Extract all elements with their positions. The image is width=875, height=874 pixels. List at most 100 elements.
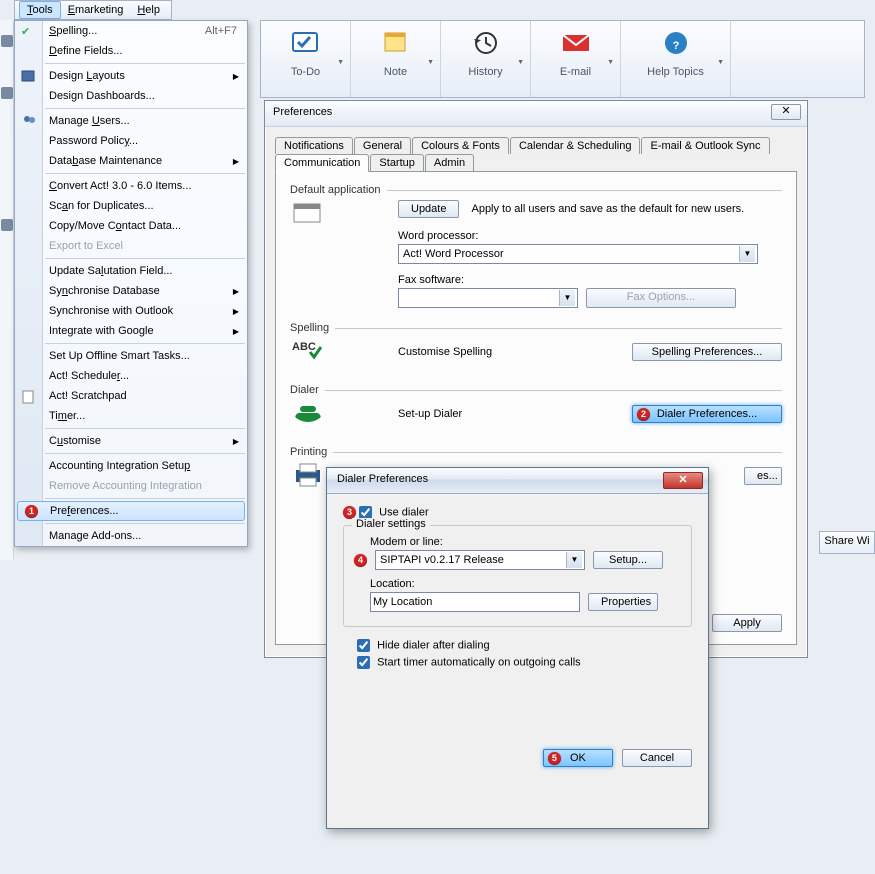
- left-sidebar: [0, 20, 14, 560]
- history-icon: [471, 31, 501, 55]
- menu-offline-smart-tasks[interactable]: Set Up Offline Smart Tasks...: [15, 346, 247, 366]
- toolbar-help-topics[interactable]: ? Help Topics▼: [621, 21, 731, 97]
- printing-es-button[interactable]: es...: [744, 467, 782, 485]
- menu-integrate-google[interactable]: Integrate with Google▶: [15, 321, 247, 341]
- apply-button[interactable]: Apply: [712, 614, 782, 632]
- menu-remove-accounting: Remove Accounting Integration: [15, 476, 247, 496]
- phone-icon: [292, 400, 324, 428]
- menu-emarketing[interactable]: Emarketing: [61, 2, 131, 18]
- modem-combo[interactable]: SIPTAPI v0.2.17 Release▼: [375, 550, 585, 570]
- menu-convert-act[interactable]: Convert Act! 3.0 - 6.0 Items...: [15, 176, 247, 196]
- section-spelling: Spelling: [290, 322, 329, 334]
- tab-general[interactable]: General: [354, 137, 411, 154]
- dialog-close-button[interactable]: ✕: [663, 472, 703, 489]
- sidebar-icon[interactable]: [1, 87, 13, 99]
- section-dialer: Dialer: [290, 384, 319, 396]
- dialer-settings-group: Dialer settings Modem or line: 4 SIPTAPI…: [343, 525, 692, 627]
- window-icon: [292, 200, 324, 228]
- start-timer-checkbox[interactable]: [357, 656, 370, 669]
- location-label: Location:: [370, 578, 679, 590]
- todo-icon: [291, 31, 321, 55]
- setup-dialer-label: Set-up Dialer: [398, 408, 462, 420]
- users-icon: [21, 114, 37, 130]
- menu-preferences[interactable]: 1 Preferences...: [17, 501, 245, 521]
- dropdown-arrow-icon: ▼: [566, 552, 582, 568]
- tab-startup[interactable]: Startup: [370, 154, 423, 171]
- svg-text:✔: ✔: [21, 26, 30, 38]
- dialer-prefs-button[interactable]: 2 Dialer Preferences...: [632, 405, 782, 423]
- dropdown-arrow-icon[interactable]: ▼: [337, 59, 344, 66]
- wp-label: Word processor:: [398, 230, 782, 242]
- apply-description: Apply to all users and save as the defau…: [471, 203, 744, 215]
- note-icon: [381, 31, 411, 55]
- callout-badge-5: 5: [548, 752, 561, 765]
- menu-update-salutation[interactable]: Update Salutation Field...: [15, 261, 247, 281]
- menu-accounting-setup[interactable]: Accounting Integration Setup: [15, 456, 247, 476]
- menu-customise[interactable]: Customise▶: [15, 431, 247, 451]
- tab-communication[interactable]: Communication: [275, 154, 369, 172]
- close-button[interactable]: ✕: [771, 104, 801, 120]
- dropdown-arrow-icon: ▼: [739, 246, 755, 262]
- dialog-title: Dialer Preferences: [337, 473, 428, 485]
- menu-timer[interactable]: Timer...: [15, 406, 247, 426]
- section-printing: Printing: [290, 446, 327, 458]
- wp-combo[interactable]: Act! Word Processor▼: [398, 244, 758, 264]
- email-icon: [561, 31, 591, 55]
- menu-design-layouts[interactable]: Design Layouts▶: [15, 66, 247, 86]
- menu-sync-database[interactable]: Synchronise Database▶: [15, 281, 247, 301]
- menu-define-fields[interactable]: Define Fields...: [15, 41, 247, 61]
- menu-act-scratchpad[interactable]: Act! Scratchpad: [15, 386, 247, 406]
- sidebar-icon[interactable]: [1, 35, 13, 47]
- submenu-arrow-icon: ▶: [233, 327, 239, 336]
- spelling-abc-icon: ABC: [292, 338, 324, 366]
- menu-scan-duplicates[interactable]: Scan for Duplicates...: [15, 196, 247, 216]
- toolbar-note[interactable]: Note▼: [351, 21, 441, 97]
- use-dialer-checkbox[interactable]: [359, 506, 372, 519]
- sidebar-icon[interactable]: [1, 219, 13, 231]
- cancel-button[interactable]: Cancel: [622, 749, 692, 767]
- update-button[interactable]: Update: [398, 200, 459, 218]
- tab-colours-fonts[interactable]: Colours & Fonts: [412, 137, 509, 154]
- menu-manage-addons[interactable]: Manage Add-ons...: [15, 526, 247, 546]
- submenu-arrow-icon: ▶: [233, 72, 239, 81]
- callout-badge-2: 2: [637, 408, 650, 421]
- menu-tools[interactable]: TToolsools: [19, 1, 61, 19]
- menu-spelling[interactable]: ✔ Spelling...Alt+F7: [15, 21, 247, 41]
- properties-button[interactable]: Properties: [588, 593, 658, 611]
- use-dialer-label: Use dialer: [379, 506, 429, 518]
- menu-copy-move-contact[interactable]: Copy/Move Contact Data...: [15, 216, 247, 236]
- hide-dialer-checkbox[interactable]: [357, 639, 370, 652]
- callout-badge-4: 4: [354, 554, 367, 567]
- menu-act-scheduler[interactable]: Act! Scheduler...: [15, 366, 247, 386]
- dropdown-arrow-icon[interactable]: ▼: [427, 59, 434, 66]
- fax-combo[interactable]: ▼: [398, 288, 578, 308]
- fax-label: Fax software:: [398, 274, 782, 286]
- tab-calendar-scheduling[interactable]: Calendar & Scheduling: [510, 137, 641, 154]
- toolbar-email[interactable]: E-mail▼: [531, 21, 621, 97]
- tab-notifications[interactable]: Notifications: [275, 137, 353, 154]
- submenu-arrow-icon: ▶: [233, 287, 239, 296]
- callout-badge-1: 1: [25, 505, 38, 518]
- menu-help[interactable]: Help: [130, 2, 167, 18]
- ok-button[interactable]: 5 OK: [543, 749, 613, 767]
- spelling-prefs-button[interactable]: Spelling Preferences...: [632, 343, 782, 361]
- menu-manage-users[interactable]: Manage Users...: [15, 111, 247, 131]
- menu-sync-outlook[interactable]: Synchronise with Outlook▶: [15, 301, 247, 321]
- toolbar-todo[interactable]: To-Do▼: [261, 21, 351, 97]
- tab-admin[interactable]: Admin: [425, 154, 474, 171]
- menu-database-maintenance[interactable]: Database Maintenance▶: [15, 151, 247, 171]
- titlebar: Preferences ✕: [265, 101, 807, 127]
- dropdown-arrow-icon[interactable]: ▼: [717, 59, 724, 66]
- dropdown-arrow-icon[interactable]: ▼: [607, 59, 614, 66]
- tab-email-outlook[interactable]: E-mail & Outlook Sync: [641, 137, 769, 154]
- section-default-app: Default application: [290, 184, 381, 196]
- toolbar-history[interactable]: History▼: [441, 21, 531, 97]
- menu-design-dashboards[interactable]: Design Dashboards...: [15, 86, 247, 106]
- location-input[interactable]: [370, 592, 580, 612]
- dropdown-arrow-icon[interactable]: ▼: [517, 59, 524, 66]
- setup-button[interactable]: Setup...: [593, 551, 663, 569]
- window-title: Preferences: [273, 106, 332, 118]
- menu-password-policy[interactable]: Password Policy...: [15, 131, 247, 151]
- submenu-arrow-icon: ▶: [233, 437, 239, 446]
- share-button[interactable]: Share Wi: [819, 531, 875, 554]
